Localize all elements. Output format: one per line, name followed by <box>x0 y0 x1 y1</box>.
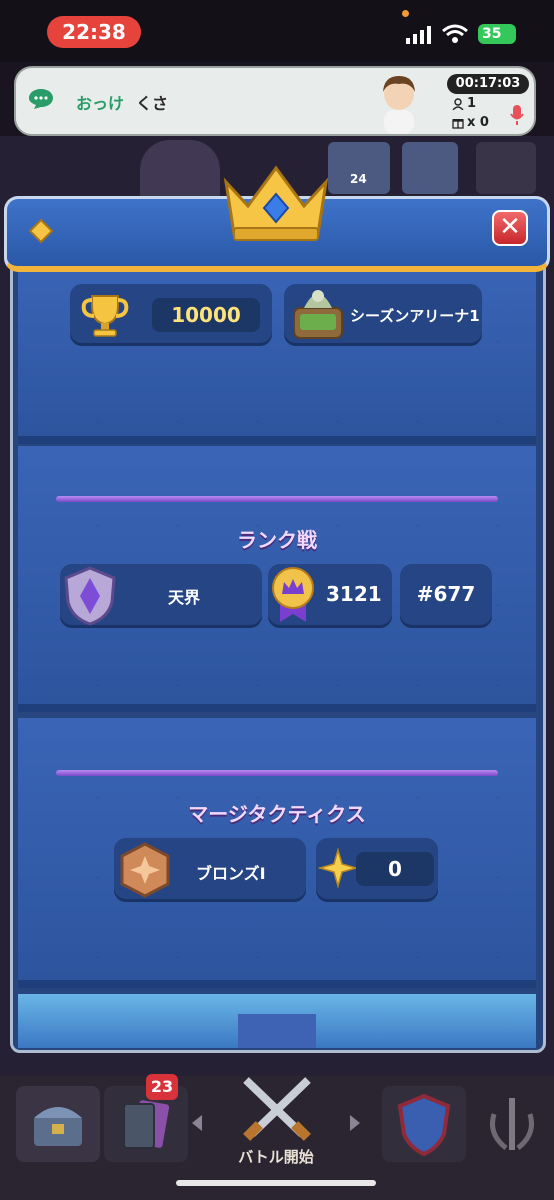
battle-start-label[interactable]: バトル開始 <box>226 1146 326 1167</box>
bronze-emblem-icon <box>120 842 170 898</box>
treasure-chest-icon <box>34 1107 82 1146</box>
ranked-league-label: 天界 <box>168 588 201 607</box>
chat-bubble-icon <box>29 89 53 109</box>
microphone-icon[interactable] <box>510 104 524 126</box>
merge-tactics-title: マージタクティクス <box>188 802 366 826</box>
ranked-medal-icon <box>272 567 314 622</box>
crossed-swords-icon[interactable] <box>236 1074 318 1146</box>
gift-count: x 0 <box>467 115 489 130</box>
arrow-right-icon <box>350 1115 360 1131</box>
wifi-icon <box>442 24 468 43</box>
privacy-dot <box>402 10 409 17</box>
background-social-button: 24 <box>328 142 390 194</box>
ranked-divider <box>56 496 498 502</box>
caller-name-secondary: くさ <box>136 94 169 113</box>
trophy-goal-value: 10000 <box>152 298 260 332</box>
star-icon <box>318 848 358 888</box>
gold-diamond-icon <box>28 218 54 244</box>
avatar <box>383 76 415 134</box>
league-shield-icon <box>64 566 116 626</box>
nav-clan-button[interactable] <box>382 1086 466 1162</box>
merge-divider <box>56 770 498 776</box>
background-menu-button <box>476 142 536 194</box>
ranked-rank-value: #677 <box>416 582 476 606</box>
clan-shield-icon <box>397 1094 451 1156</box>
arena-icon <box>293 290 343 339</box>
participant-icon <box>452 98 464 110</box>
cards-icon <box>123 1100 170 1149</box>
merge-league-label: ブロンズI <box>196 864 266 883</box>
close-button[interactable]: ✕ <box>492 210 528 246</box>
season-arena-label: シーズンアリーナ1 <box>350 307 480 325</box>
laurel-sword-icon <box>490 1098 534 1150</box>
trophy-icon <box>81 295 129 337</box>
caller-name-primary: おっけ <box>76 94 125 113</box>
nav-events-button[interactable] <box>470 1086 554 1162</box>
cards-badge: 23 <box>146 1074 178 1100</box>
signal-icon <box>406 26 431 44</box>
background-news-button <box>402 142 458 194</box>
ranked-title: ランク戦 <box>237 528 317 552</box>
gift-icon <box>452 119 464 129</box>
castle-silhouette <box>238 1014 316 1048</box>
background-character <box>140 140 220 200</box>
arrow-left-icon <box>192 1115 202 1131</box>
call-timer: 00:17:03 <box>447 74 529 94</box>
home-indicator[interactable] <box>176 1180 376 1186</box>
battery-indicator: 35 <box>478 24 516 44</box>
status-time: 22:38 <box>47 16 141 48</box>
background-social-count: 24 <box>350 172 367 186</box>
ranked-points-value: 3121 <box>326 582 382 606</box>
crown-icon <box>223 165 329 241</box>
merge-value: 0 <box>356 852 434 886</box>
nav-shop-button[interactable] <box>16 1086 100 1162</box>
participant-count: 1 <box>467 96 477 111</box>
